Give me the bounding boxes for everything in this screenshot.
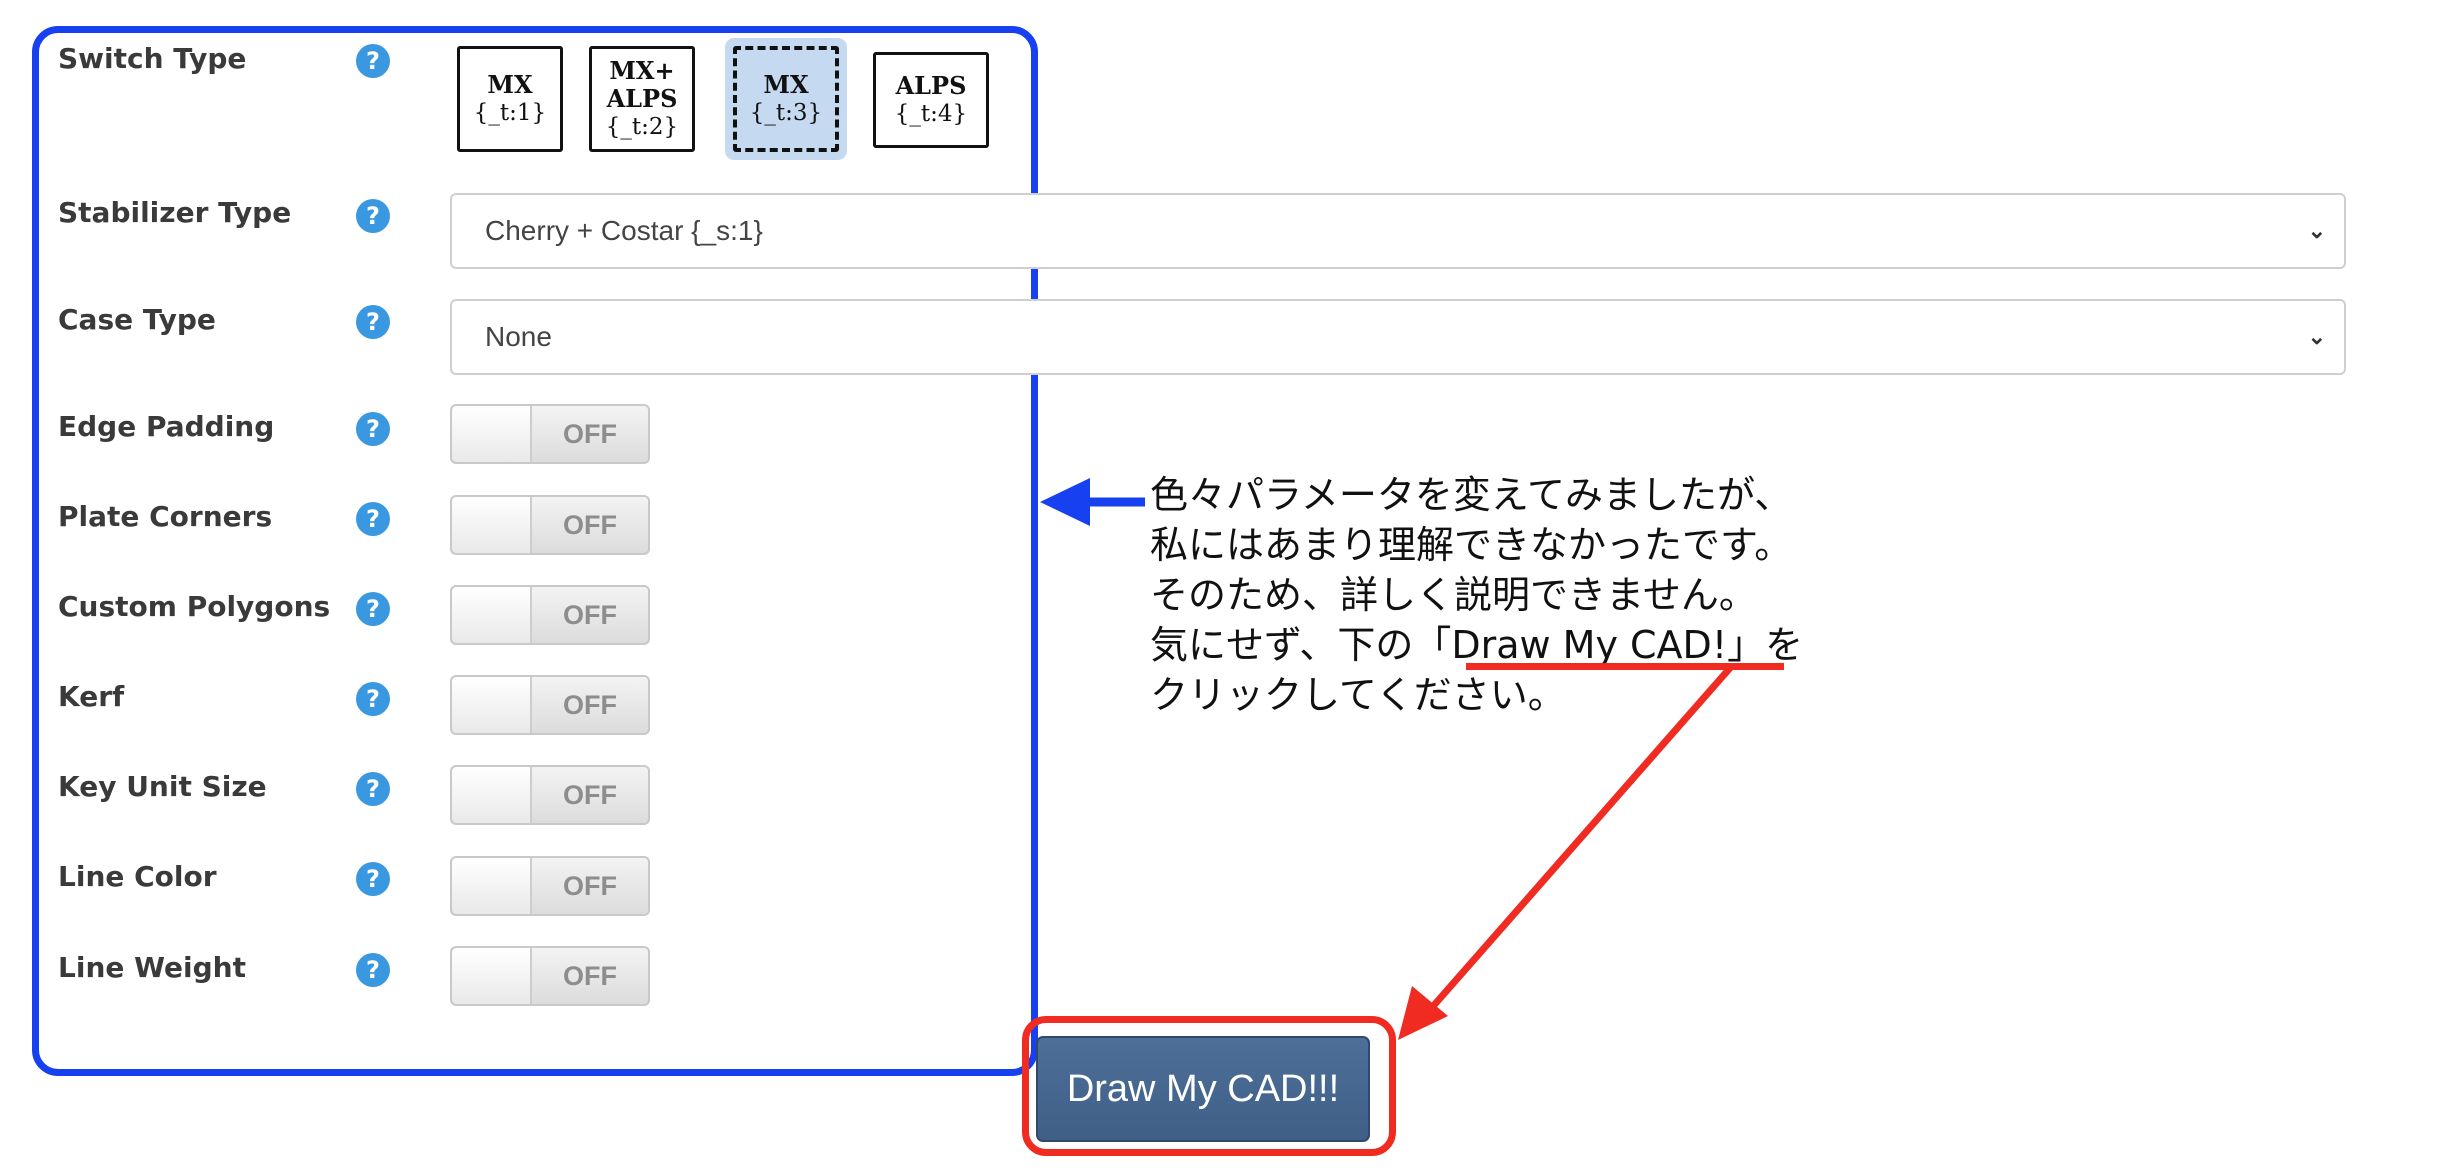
blue-arrow-icon [1040,478,1145,526]
annotation-line-3: そのため、詳しく説明できません。 [1150,573,1757,617]
annotation-line-4: 気にせず、下の「Draw My CAD!」を [1150,621,1803,669]
annotation-text: 気にせず、下の「 [1150,623,1452,667]
annotation-text: 」を [1727,623,1804,667]
draw-my-cad-button[interactable]: Draw My CAD!!! [1036,1036,1370,1142]
annotation-underline [1466,663,1784,670]
annotation-line-5: クリックしてください。 [1150,673,1566,717]
annotation-highlight-text: Draw My CAD! [1451,623,1728,667]
red-arrow-icon [1398,665,1733,1040]
annotation-line-2: 私にはあまり理解できなかったです。 [1150,523,1793,567]
annotation-line-1: 色々パラメータを変えてみましたが、 [1150,473,1793,517]
